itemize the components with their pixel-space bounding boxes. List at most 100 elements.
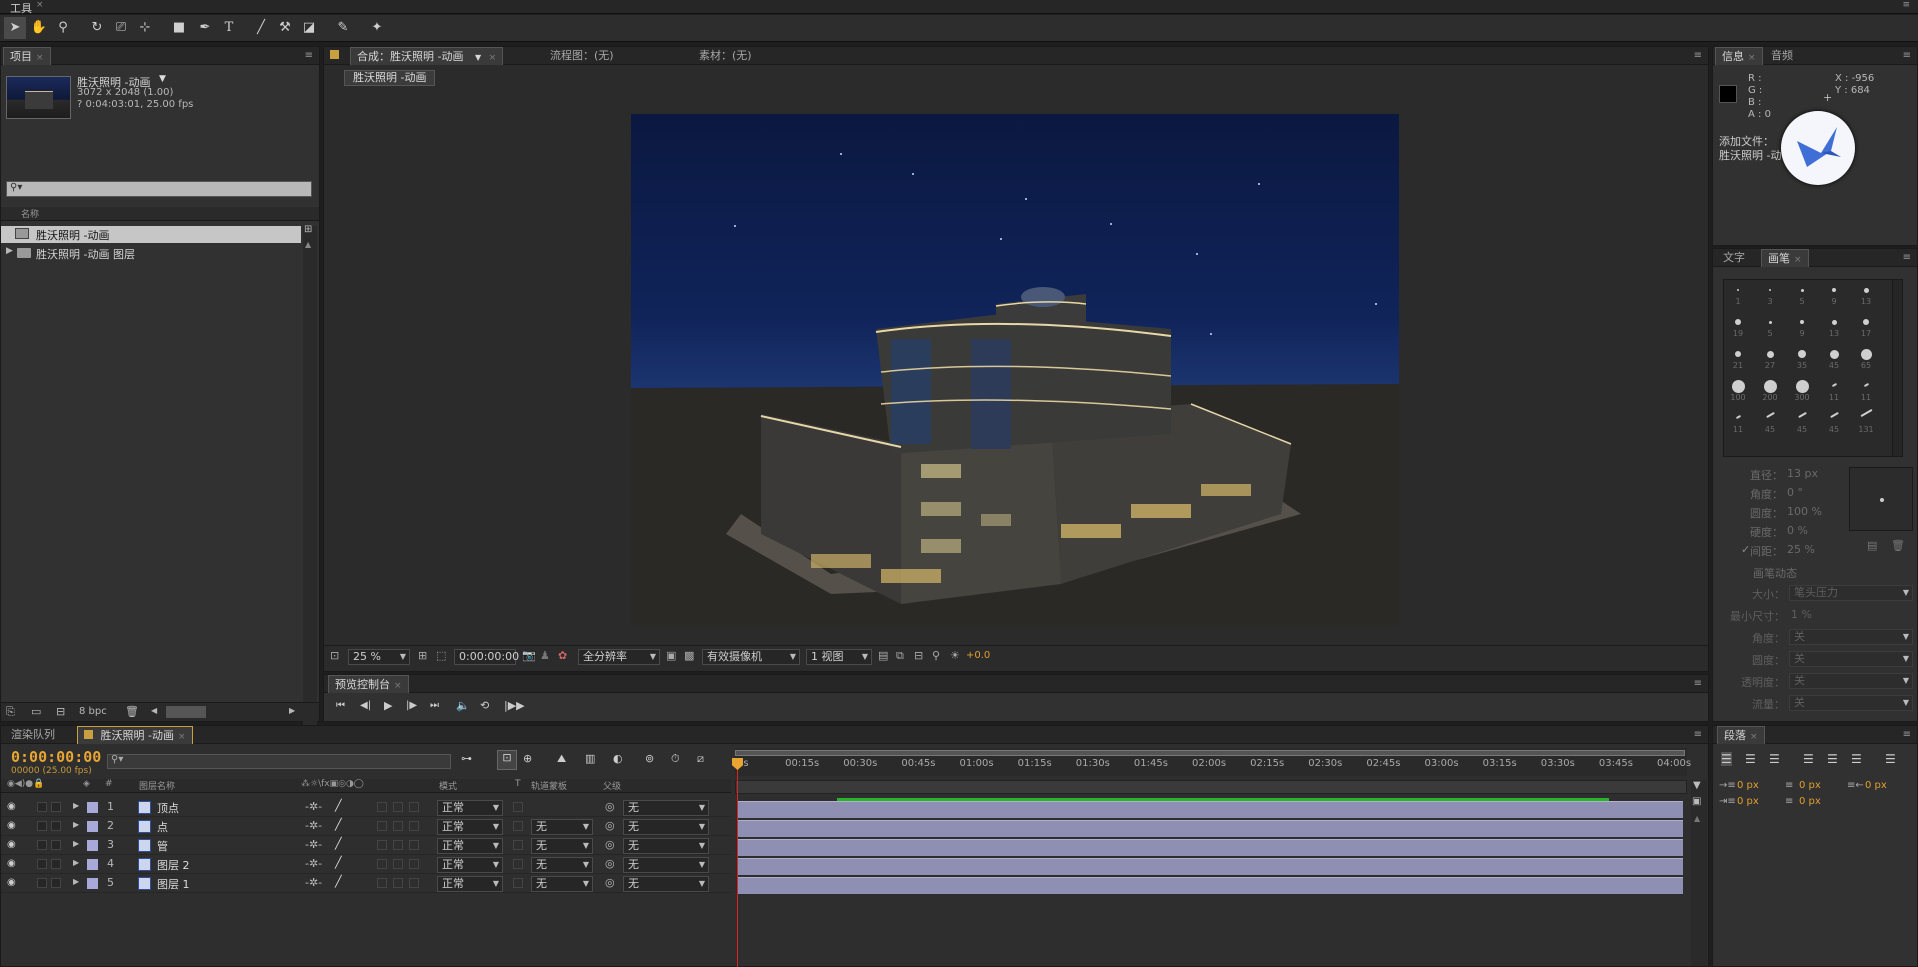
brush-dynamics-row[interactable]: 大小： 笔头压力 ▼ bbox=[1713, 583, 1918, 605]
align-left-icon[interactable]: ☰ bbox=[1721, 752, 1732, 766]
project-scrollbar[interactable]: ⊞ ▲ bbox=[303, 224, 317, 746]
channel-icon[interactable]: ✿ bbox=[558, 649, 567, 662]
shy-switch-icon[interactable]: -✲- bbox=[305, 838, 322, 851]
trash-icon[interactable]: 🗑 bbox=[1891, 539, 1905, 552]
frame-blending-icon[interactable]: ▥ bbox=[585, 752, 595, 765]
clone-stamp-tool-icon[interactable]: ⚒ bbox=[274, 17, 296, 39]
flowchart-icon[interactable]: ⊞ bbox=[304, 224, 312, 235]
brush-dynamics-dropdown[interactable]: 笔头压力 ▼ bbox=[1789, 585, 1913, 601]
brush-tip-10[interactable] bbox=[1863, 319, 1869, 325]
fx-switch[interactable] bbox=[377, 821, 387, 831]
layer-name[interactable]: 顶点 bbox=[157, 800, 179, 816]
parent-dropdown[interactable]: 无 ▼ bbox=[623, 838, 709, 854]
brush-prop-row[interactable]: 圆度： 100 % bbox=[1713, 503, 1843, 522]
brush-tip-8[interactable] bbox=[1800, 320, 1804, 324]
tab-character[interactable]: 文字 bbox=[1717, 249, 1751, 267]
panel-menu-icon[interactable]: ≡ bbox=[1694, 729, 1702, 740]
brush-tip-24[interactable] bbox=[1829, 411, 1839, 418]
expand-arrow-icon[interactable]: ▶ bbox=[6, 246, 13, 256]
tab-footage[interactable]: 素材：(无) bbox=[693, 47, 758, 65]
space-after-value[interactable]: 0 px bbox=[1799, 796, 1821, 807]
rectangle-tool-icon[interactable]: ■ bbox=[168, 17, 190, 39]
horizontal-scrollbar[interactable] bbox=[166, 706, 206, 718]
trash-icon[interactable]: 🗑 bbox=[125, 705, 139, 718]
label-color-swatch[interactable] bbox=[87, 840, 98, 851]
lock-icon[interactable] bbox=[330, 50, 339, 59]
tab-preview[interactable]: 预览控制台 × bbox=[328, 675, 409, 693]
preserve-transparency-switch[interactable] bbox=[513, 859, 523, 869]
brush-tip-5[interactable] bbox=[1863, 287, 1869, 293]
pen-tool-icon[interactable]: ✒ bbox=[194, 17, 216, 39]
brush-prop-value[interactable]: 13 px bbox=[1787, 467, 1818, 480]
brush-tip-1[interactable] bbox=[1737, 289, 1739, 291]
layer-row[interactable]: ◉ ▶ 5 图层 1 -✲- ╱ 正常 ▼ 无 ▼ ◎ 无 ▼ bbox=[1, 874, 731, 893]
trkmat-dropdown[interactable]: 无 ▼ bbox=[531, 876, 593, 892]
work-area-bar[interactable] bbox=[735, 750, 1685, 756]
resolution-dropdown[interactable]: 全分辨率 ▼ bbox=[578, 649, 660, 665]
brush-tip-16[interactable] bbox=[1731, 379, 1745, 393]
scroll-left-icon[interactable]: ◀ bbox=[151, 706, 157, 715]
mask-visibility-icon[interactable]: ⬚ bbox=[436, 649, 446, 662]
close-icon[interactable]: × bbox=[1748, 53, 1756, 63]
project-search-input[interactable]: ⚲▾ bbox=[6, 181, 312, 197]
label-color-swatch[interactable] bbox=[87, 859, 98, 870]
brush-tip-18[interactable] bbox=[1795, 379, 1809, 393]
eye-icon[interactable]: ◉ bbox=[7, 801, 16, 812]
brush-tip-2[interactable] bbox=[1769, 289, 1771, 291]
fx-switch[interactable] bbox=[377, 802, 387, 812]
quality-switch-icon[interactable]: ╱ bbox=[335, 837, 342, 850]
view-layout-dropdown[interactable]: 1 视图 ▼ bbox=[806, 649, 872, 665]
panel-menu-icon[interactable]: ≡ bbox=[1903, 252, 1911, 263]
brush-tip-grid[interactable]: 1 3 5 9 13 19 5 9 13 17 21 27 35 45 65 100 200 300 11 11 11 4… bbox=[1723, 279, 1903, 457]
exposure-value[interactable]: +0.0 bbox=[966, 650, 990, 661]
brush-dynamics-dropdown[interactable]: 关 ▼ bbox=[1789, 629, 1913, 645]
tab-flowchart[interactable]: 流程图：(无) bbox=[544, 47, 620, 65]
parent-dropdown[interactable]: 无 ▼ bbox=[623, 876, 709, 892]
trkmat-dropdown[interactable]: 无 ▼ bbox=[531, 838, 593, 854]
tab-composition[interactable]: 合成：胜沃照明 -动画 ▼ × bbox=[350, 47, 504, 65]
chevron-down-icon[interactable]: ▼ bbox=[159, 74, 166, 84]
shy-switch-icon[interactable]: -✲- bbox=[305, 819, 322, 832]
brush-tip-15[interactable] bbox=[1860, 348, 1872, 360]
timeline-icon[interactable]: ⊟ bbox=[914, 649, 923, 662]
preserve-transparency-switch[interactable] bbox=[513, 840, 523, 850]
expand-arrow-icon[interactable]: ▶ bbox=[73, 858, 79, 867]
scroll-up-icon[interactable]: ▲ bbox=[305, 240, 311, 249]
panel-menu-icon[interactable]: ≡ bbox=[1694, 678, 1702, 689]
play-icon[interactable]: ▶ bbox=[384, 699, 392, 712]
brush-prop-value[interactable]: 100 % bbox=[1787, 505, 1822, 518]
close-icon[interactable]: × bbox=[394, 681, 402, 691]
eye-icon[interactable]: ◉ bbox=[7, 820, 16, 831]
layer-duration-bar[interactable] bbox=[737, 839, 1683, 856]
exposure-icon[interactable]: ☀ bbox=[950, 649, 960, 662]
tab-audio[interactable]: 音频 bbox=[1765, 47, 1799, 65]
camera-small-icon[interactable]: ▣ bbox=[1692, 796, 1701, 807]
camera-dropdown[interactable]: 有效摄像机 ▼ bbox=[702, 649, 800, 665]
solo-switch[interactable] bbox=[51, 821, 61, 831]
tab-timeline-comp[interactable]: 胜沃照明 -动画 × bbox=[77, 726, 193, 744]
region-of-interest-icon[interactable]: ▣ bbox=[666, 649, 676, 662]
shy-switch-icon[interactable]: -✲- bbox=[305, 800, 322, 813]
snapshot-icon[interactable]: 📷 bbox=[522, 649, 536, 662]
next-frame-icon[interactable]: |▶ bbox=[406, 700, 417, 711]
comp-breadcrumb[interactable]: 胜沃照明 -动画 bbox=[344, 70, 436, 86]
scroll-up-icon[interactable]: ▲ bbox=[1694, 814, 1700, 823]
pickwhip-icon[interactable]: ◎ bbox=[605, 857, 615, 870]
new-folder-icon[interactable]: ▭ bbox=[31, 705, 41, 718]
motion-blur-switch[interactable] bbox=[393, 878, 403, 888]
justify-all-icon[interactable]: ☰ bbox=[1885, 752, 1896, 766]
interpret-footage-icon[interactable]: ⎘ bbox=[6, 705, 15, 719]
draft-3d-icon[interactable]: ⊕ bbox=[523, 752, 532, 765]
preserve-transparency-switch[interactable] bbox=[513, 878, 523, 888]
selection-tool-icon[interactable]: ➤ bbox=[4, 17, 26, 39]
fx-switch[interactable] bbox=[377, 840, 387, 850]
camera-tool-icon[interactable]: ⎚ bbox=[110, 17, 132, 39]
brush-tip-11[interactable] bbox=[1735, 351, 1741, 357]
brush-dynamics-row[interactable]: 圆度：关 ▼ bbox=[1713, 649, 1918, 671]
tab-brushes[interactable]: 画笔 × bbox=[1761, 249, 1809, 267]
live-update-icon[interactable]: ⊡ bbox=[497, 750, 517, 770]
transparency-grid-icon[interactable]: ▩ bbox=[684, 649, 694, 662]
rotate-tool-icon[interactable]: ↻ bbox=[86, 17, 108, 39]
scroll-right-icon[interactable]: ▶ bbox=[289, 706, 295, 715]
shy-layers-icon[interactable]: ⛰ bbox=[557, 752, 566, 766]
